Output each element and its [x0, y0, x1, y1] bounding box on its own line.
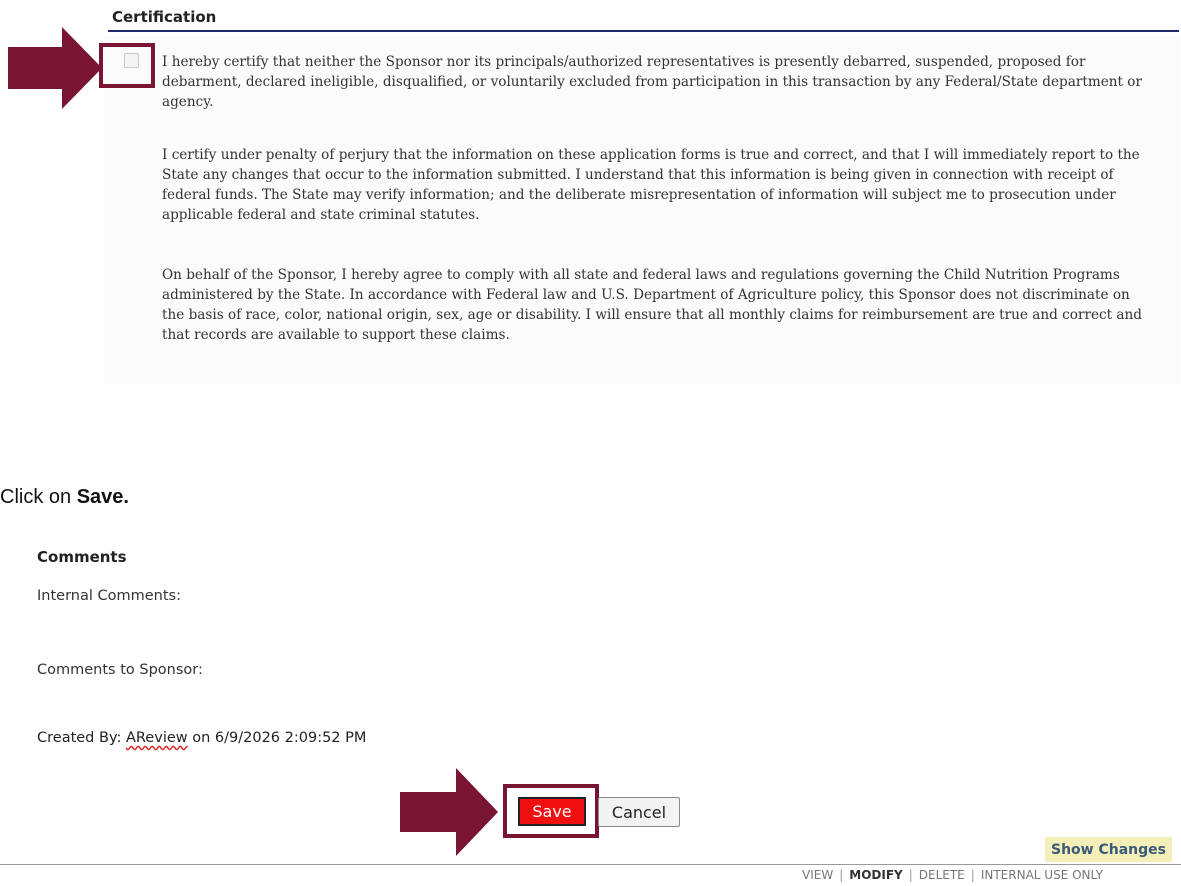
- created-by-text: Created By: AReview on 6/9/2026 2:09:52 …: [37, 730, 366, 746]
- certify-checkbox[interactable]: [124, 53, 139, 68]
- internal-use-only-link[interactable]: INTERNAL USE ONLY: [981, 868, 1103, 882]
- created-by-user: AReview: [125, 730, 188, 746]
- view-link[interactable]: VIEW: [802, 868, 833, 882]
- certification-paragraph-2: I certify under penalty of perjury that …: [162, 147, 1140, 223]
- instruction-bold: Save.: [76, 486, 129, 508]
- created-by-prefix: Created By:: [37, 730, 126, 746]
- show-changes-button[interactable]: Show Changes: [1045, 837, 1172, 862]
- internal-comments-label: Internal Comments:: [37, 588, 181, 604]
- certification-title: Certification: [112, 8, 217, 26]
- right-arrow-icon: [400, 768, 498, 856]
- instruction-prefix: Click on: [0, 486, 77, 508]
- footer-separator: |: [908, 868, 913, 882]
- right-arrow-icon: [8, 27, 102, 109]
- comments-title: Comments: [37, 548, 127, 566]
- footer-links: VIEW | MODIFY | DELETE | INTERNAL USE ONLY: [802, 868, 1103, 882]
- footer-separator: |: [970, 868, 975, 882]
- created-by-timestamp: on 6/9/2026 2:09:52 PM: [187, 730, 367, 746]
- instruction-text: Click on Save.: [0, 486, 129, 509]
- footer-divider: [0, 864, 1181, 865]
- certification-paragraph-3: On behalf of the Sponsor, I hereby agree…: [162, 267, 1142, 343]
- cancel-button[interactable]: Cancel: [598, 797, 680, 827]
- comments-to-sponsor-label: Comments to Sponsor:: [37, 662, 203, 678]
- section-divider: [108, 30, 1179, 32]
- footer-separator: |: [839, 868, 844, 882]
- certification-paragraph-1: I hereby certify that neither the Sponso…: [162, 54, 1142, 110]
- save-button[interactable]: Save: [518, 797, 586, 826]
- delete-link[interactable]: DELETE: [919, 868, 965, 882]
- modify-link[interactable]: MODIFY: [849, 868, 902, 882]
